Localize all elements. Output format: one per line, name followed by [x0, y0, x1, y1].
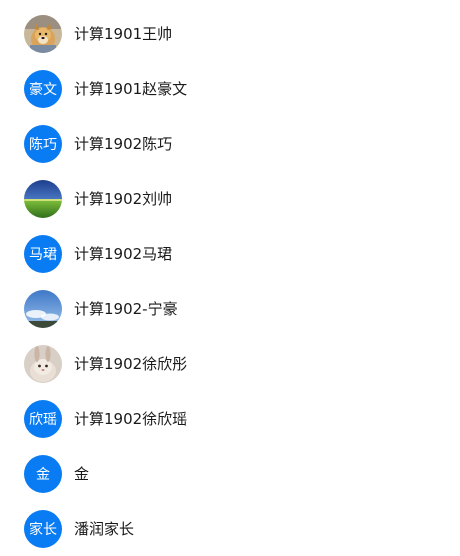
contact-item[interactable]: 计算1902-宁豪 [0, 281, 460, 336]
contact-item[interactable]: 金 金 [0, 446, 460, 501]
contact-name: 计算1902徐欣彤 [74, 355, 188, 373]
contact-item[interactable]: 欣瑶 计算1902徐欣瑶 [0, 391, 460, 446]
avatar-text: 豪文 [24, 69, 62, 108]
avatar-dog-photo [24, 14, 62, 53]
contact-name: 计算1901赵豪文 [74, 80, 188, 98]
rabbit-photo-icon [24, 344, 62, 383]
contact-item[interactable]: 家长 潘润家长 [0, 501, 460, 556]
contact-item[interactable]: 豪文 计算1901赵豪文 [0, 61, 460, 116]
contact-name: 计算1902-宁豪 [74, 300, 178, 318]
contact-item[interactable]: 计算1902刘帅 [0, 171, 460, 226]
contact-name: 计算1902马珺 [74, 245, 173, 263]
contact-name: 金 [74, 465, 90, 483]
dog-photo-icon [24, 14, 62, 53]
avatar-text: 家长 [24, 509, 62, 548]
avatar-sky-photo [24, 289, 62, 328]
contact-item[interactable]: 陈巧 计算1902陈巧 [0, 116, 460, 171]
sky-photo-icon [24, 289, 62, 328]
avatar-rabbit-photo [24, 344, 62, 383]
contact-name: 计算1902刘帅 [74, 190, 173, 208]
contact-item[interactable]: 马珺 计算1902马珺 [0, 226, 460, 281]
contact-item[interactable]: 计算1901王帅 [0, 6, 460, 61]
contact-item[interactable]: 计算1902徐欣彤 [0, 336, 460, 391]
contact-list: 计算1901王帅 豪文 计算1901赵豪文 陈巧 计算1902陈巧 计算1902… [0, 0, 460, 553]
avatar-text: 欣瑶 [24, 399, 62, 438]
avatar-text: 马珺 [24, 234, 62, 273]
contact-name: 潘润家长 [74, 520, 135, 538]
contact-name: 计算1901王帅 [74, 25, 173, 43]
contact-name: 计算1902徐欣瑶 [74, 410, 188, 428]
avatar-grassland-photo [24, 179, 62, 218]
contact-name: 计算1902陈巧 [74, 135, 173, 153]
avatar-text: 金 [24, 454, 62, 493]
avatar-text: 陈巧 [24, 124, 62, 163]
grassland-photo-icon [24, 179, 62, 218]
